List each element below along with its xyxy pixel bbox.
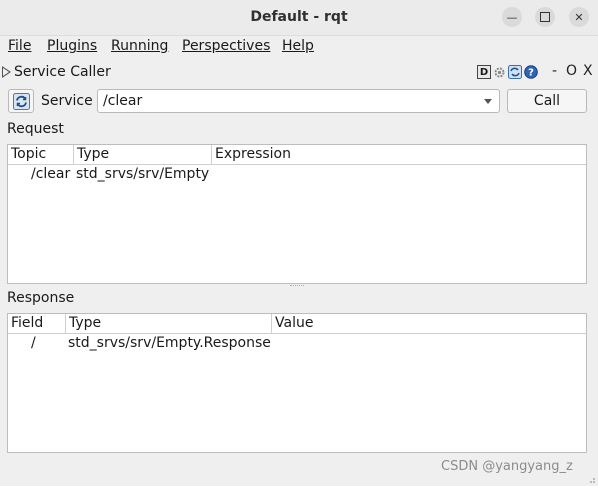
settings-gear-icon[interactable] <box>492 65 506 79</box>
table-row[interactable]: /clear std_srvs/srv/Empty <box>8 165 586 185</box>
request-table[interactable]: Topic Type Expression /clear std_srvs/sr… <box>7 144 587 284</box>
maximize-icon <box>540 12 550 22</box>
dock-close-button[interactable]: X <box>583 63 593 79</box>
dock-minimize-button[interactable]: - <box>552 63 557 79</box>
menu-help[interactable]: Help <box>282 38 314 54</box>
help-d-icon[interactable]: D <box>477 65 491 79</box>
response-col-value[interactable]: Value <box>272 314 586 333</box>
menu-running[interactable]: Running <box>111 38 168 54</box>
request-row-type: std_srvs/srv/Empty <box>76 166 210 182</box>
menu-plugins[interactable]: Plugins <box>47 38 97 54</box>
response-col-type[interactable]: Type <box>66 314 272 333</box>
resize-grip-icon[interactable] <box>586 474 596 484</box>
watermark-text: CSDN @yangyang_z <box>441 459 573 474</box>
reload-icon[interactable] <box>508 65 522 79</box>
service-select-value: /clear <box>103 93 143 109</box>
close-icon: ✕ <box>574 10 584 24</box>
request-col-topic[interactable]: Topic <box>8 145 74 164</box>
collapse-triangle-icon[interactable] <box>2 66 11 78</box>
request-row-topic: /clear <box>31 166 71 182</box>
maximize-button[interactable] <box>535 7 555 27</box>
response-label: Response <box>7 290 75 306</box>
minimize-button[interactable]: — <box>502 7 522 27</box>
response-row-type: std_srvs/srv/Empty.Response <box>68 335 271 351</box>
splitter-handle[interactable] <box>290 285 304 288</box>
menu-file[interactable]: File <box>8 38 31 54</box>
menu-bar: File Plugins Running Perspectives Help <box>0 36 598 58</box>
rqt-window: Default - rqt — ✕ File Plugins Running P… <box>0 0 598 486</box>
minimize-icon: — <box>506 10 518 24</box>
response-table-header: Field Type Value <box>8 314 586 334</box>
response-row-field: / <box>31 335 36 351</box>
request-label: Request <box>7 121 64 137</box>
table-row[interactable]: / std_srvs/srv/Empty.Response <box>8 334 586 354</box>
dock-title: Service Caller <box>14 64 111 80</box>
call-button[interactable]: Call <box>507 89 587 113</box>
close-button[interactable]: ✕ <box>569 7 589 27</box>
help-question-icon[interactable]: ? <box>524 65 538 79</box>
dock-title-bar: Service Caller D ? - O X <box>0 60 598 84</box>
title-bar: Default - rqt — ✕ <box>0 0 598 36</box>
request-table-header: Topic Type Expression <box>8 145 586 165</box>
service-select[interactable]: /clear <box>97 89 500 113</box>
response-col-field[interactable]: Field <box>8 314 66 333</box>
chevron-down-icon <box>484 99 492 104</box>
refresh-icon <box>12 92 30 110</box>
svg-text:?: ? <box>528 68 534 79</box>
request-col-expression[interactable]: Expression <box>212 145 586 164</box>
refresh-services-button[interactable] <box>8 89 34 113</box>
service-label: Service <box>41 93 93 109</box>
menu-perspectives[interactable]: Perspectives <box>182 38 270 54</box>
request-col-type[interactable]: Type <box>74 145 212 164</box>
dock-float-button[interactable]: O <box>566 63 577 79</box>
response-table[interactable]: Field Type Value / std_srvs/srv/Empty.Re… <box>7 313 587 453</box>
